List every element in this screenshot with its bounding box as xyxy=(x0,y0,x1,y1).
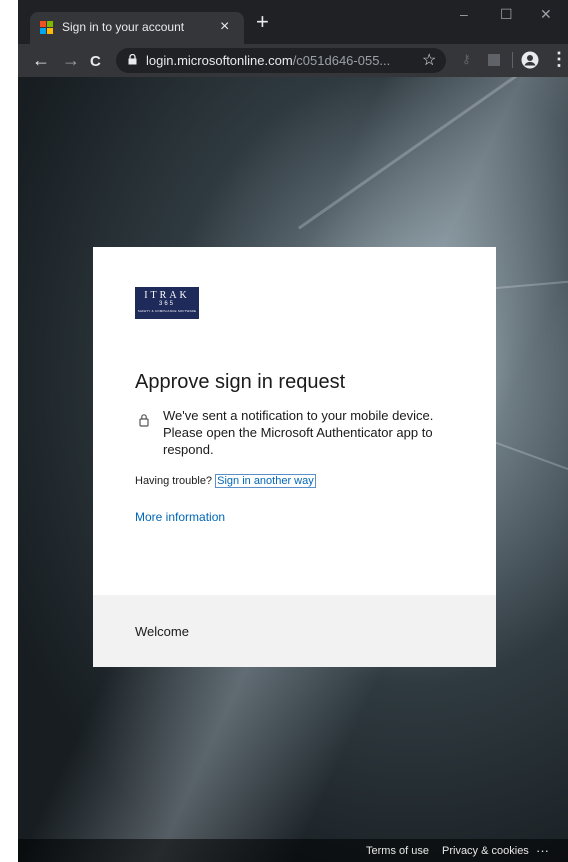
card-footer: Welcome xyxy=(93,595,496,667)
tab-strip: Sign in to your account × + – ☐ ✕ xyxy=(18,0,568,44)
tab-close-icon[interactable]: × xyxy=(220,17,229,37)
back-button[interactable]: ← xyxy=(32,50,50,70)
reload-button[interactable]: C xyxy=(90,52,101,72)
address-bar[interactable]: login.microsoftonline.com/c051d646-055..… xyxy=(116,48,446,73)
itrak-logo: ITRAK 365 SAFETY & COMPLIANCE SOFTWARE xyxy=(135,287,199,319)
more-information-link[interactable]: More information xyxy=(135,510,225,524)
microsoft-logo-icon xyxy=(40,21,54,35)
trouble-text: Having trouble? Sign in another way xyxy=(135,474,316,488)
maximize-button[interactable]: ☐ xyxy=(500,6,513,22)
terms-of-use-link[interactable]: Terms of use xyxy=(366,845,429,857)
browser-window: Sign in to your account × + – ☐ ✕ ← → C … xyxy=(18,0,568,862)
footer-more-icon[interactable]: ··· xyxy=(536,843,549,858)
tab-title: Sign in to your account xyxy=(62,20,185,34)
light-streak xyxy=(298,77,562,230)
notification-message: We've sent a notification to your mobile… xyxy=(163,408,434,457)
lock-icon xyxy=(128,54,137,65)
trouble-prefix: Having trouble? xyxy=(135,475,213,487)
bookmark-star-icon[interactable]: ☆ xyxy=(422,50,436,70)
page-background: ITRAK 365 SAFETY & COMPLIANCE SOFTWARE A… xyxy=(18,77,568,862)
profile-avatar-icon[interactable] xyxy=(521,51,539,69)
minimize-button[interactable]: – xyxy=(460,6,468,22)
browser-toolbar: ← → C login.microsoftonline.com/c051d646… xyxy=(18,44,568,77)
browser-menu-icon[interactable]: ⋮ xyxy=(550,49,568,69)
forward-button[interactable]: → xyxy=(62,50,80,70)
close-window-button[interactable]: ✕ xyxy=(540,6,552,22)
sign-in-another-way-link[interactable]: Sign in another way xyxy=(215,474,316,488)
privacy-cookies-link[interactable]: Privacy & cookies xyxy=(442,845,529,857)
tab-active[interactable]: Sign in to your account × xyxy=(30,12,244,44)
page-footer: Terms of use Privacy & cookies ··· xyxy=(18,839,568,862)
key-icon[interactable]: ⚷ xyxy=(462,52,471,66)
url-text: login.microsoftonline.com/c051d646-055..… xyxy=(146,53,391,68)
sign-in-card: ITRAK 365 SAFETY & COMPLIANCE SOFTWARE A… xyxy=(93,247,496,667)
new-tab-button[interactable]: + xyxy=(256,10,269,34)
extension-icon[interactable] xyxy=(488,54,500,66)
toolbar-divider xyxy=(512,52,513,68)
welcome-text: Welcome xyxy=(135,624,189,639)
page-title: Approve sign in request xyxy=(135,371,346,393)
notification-lock-icon xyxy=(139,414,149,427)
